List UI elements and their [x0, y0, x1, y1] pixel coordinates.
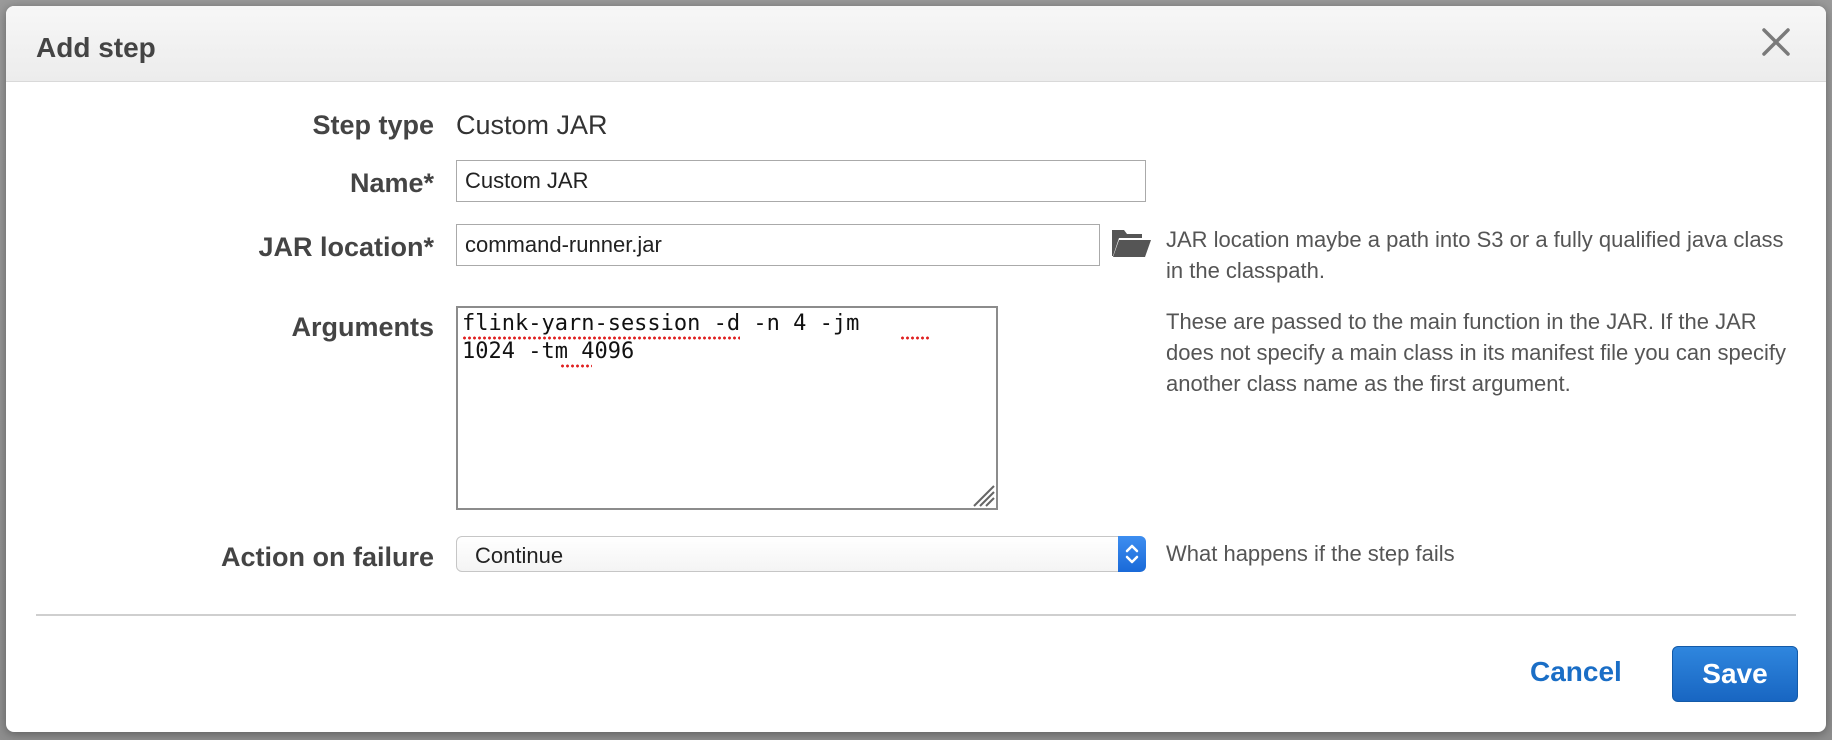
spellcheck-underline	[900, 336, 930, 340]
folder-open-icon[interactable]	[1110, 226, 1152, 260]
jar-location-label: JAR location*	[258, 232, 434, 262]
cancel-button[interactable]: Cancel	[1530, 656, 1622, 688]
name-input[interactable]	[456, 160, 1146, 202]
chevron-up-down-icon	[1118, 536, 1146, 572]
save-button[interactable]: Save	[1672, 646, 1798, 702]
arguments-label: Arguments	[291, 312, 434, 342]
step-type-value: Custom JAR	[456, 110, 608, 140]
action-on-failure-select[interactable]: Continue	[456, 536, 1146, 572]
step-type-label: Step type	[312, 110, 434, 140]
close-icon[interactable]	[1756, 22, 1796, 62]
spellcheck-underline	[462, 336, 740, 340]
footer-divider	[36, 614, 1796, 616]
add-step-dialog: Add step Step type Custom JAR Name* JAR …	[6, 6, 1826, 732]
spellcheck-underline	[560, 364, 592, 368]
action-on-failure-help: What happens if the step fails	[1166, 541, 1455, 566]
dialog-header: Add step	[6, 6, 1826, 82]
action-on-failure-label: Action on failure	[220, 542, 434, 572]
name-label: Name*	[349, 168, 434, 198]
resize-grip-icon[interactable]	[968, 480, 996, 508]
select-value: Continue	[475, 543, 564, 568]
arguments-help: These are passed to the main function in…	[1166, 309, 1786, 396]
jar-location-input[interactable]	[456, 224, 1100, 266]
dialog-title: Add step	[36, 32, 156, 63]
jar-location-help: JAR location maybe a path into S3 or a f…	[1166, 227, 1784, 283]
